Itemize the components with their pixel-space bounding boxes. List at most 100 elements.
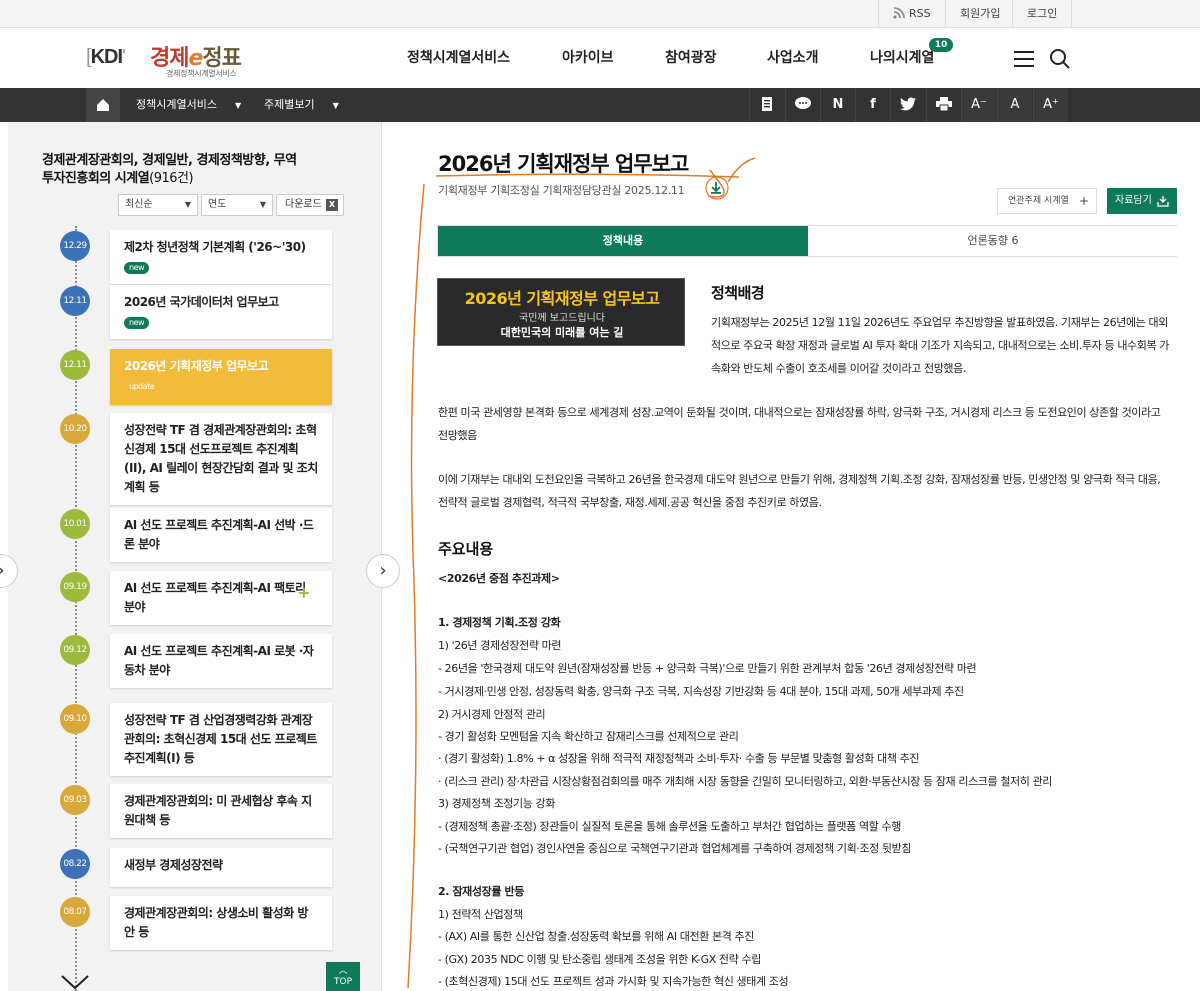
timeline-date-dot: 12.29 xyxy=(60,231,90,261)
banner-title: 2026년 기획재정부 업무보고 xyxy=(464,289,660,308)
banner-subtitle: 국민께 보고드립니다 xyxy=(519,313,605,324)
content-line: - (경제정책 총괄·조정) 장관들이 실질적 토론을 통해 솔루션을 도출하고… xyxy=(438,820,901,833)
content-line: 2) 거시경제 안정적 관리 xyxy=(438,708,546,721)
twitter-share-button[interactable] xyxy=(890,88,925,122)
chevron-down-icon[interactable] xyxy=(60,974,90,991)
scribble-annotation xyxy=(705,157,756,200)
plus-icon: + xyxy=(1078,194,1089,208)
hamburger-menu-icon[interactable] xyxy=(1014,51,1034,67)
timeline-date-dot: 10.20 xyxy=(60,414,90,444)
rss-link[interactable]: RSS xyxy=(878,0,945,28)
gnb-policy-series[interactable]: 정책시계열서비스 xyxy=(407,28,510,88)
excel-download-button[interactable]: 다운로드 X xyxy=(276,194,344,216)
timeline-card[interactable]: AI 선도 프로젝트 추진계획-AI 팩토리 분야 + xyxy=(110,571,332,625)
naver-share-button[interactable]: N xyxy=(820,88,855,122)
content-line: - 26년을 '한국경제 대도약 원년(잠재성장률 반등 + 양극화 극복)'으… xyxy=(438,662,977,675)
caret-down-icon: ▼ xyxy=(332,101,339,110)
timeline-date-dot: 12.11 xyxy=(60,350,90,380)
scroll-top-button[interactable]: ︿ TOP xyxy=(326,962,360,991)
status-badge: new xyxy=(124,317,150,329)
series-title: 경제관계장관회의, 경제일반, 경제정책방향, 무역투자진흥회의 시계열(916… xyxy=(42,153,297,186)
document-content: 2026년 기획재정부 업무보고 기획재정부 기획조정실 기획재정담당관실 20… xyxy=(382,122,1200,991)
timeline-panel: 경제관계장관회의, 경제일반, 경제정책방향, 무역투자진흥회의 시계열(916… xyxy=(8,122,382,991)
timeline-card[interactable]: 성장전략 TF 겸 경제관계장관회의: 초혁신경제 15대 선도프로젝트 추진계… xyxy=(110,413,332,505)
content-line: 1) '26년 경제성장전략 마련 xyxy=(438,639,562,652)
save-material-button[interactable]: 자료담기 xyxy=(1107,188,1177,214)
talk-share-button[interactable] xyxy=(785,88,820,122)
content-line: - 거시경제·민생 안정, 성장동력 확충, 양극화 구조 극복, 지속성장 기… xyxy=(438,685,964,698)
facebook-share-button[interactable]: f xyxy=(855,88,890,122)
timeline-card[interactable]: 성장전략 TF 겸 산업경쟁력강화 관계장관회의: 초혁신경제 15대 선도 프… xyxy=(110,703,332,776)
timeline-date-dot: 09.03 xyxy=(60,785,90,815)
content-line: 1. 경제정책 기획.조정 강화 xyxy=(438,616,561,629)
search-icon[interactable] xyxy=(1049,48,1071,70)
timeline-card[interactable]: AI 선도 프로젝트 추진계획-AI 선박 ·드론 분야 xyxy=(110,508,332,562)
signup-label: 회원가입 xyxy=(960,7,1001,20)
home-button[interactable] xyxy=(86,88,120,122)
caret-up-icon: ︿ xyxy=(338,966,348,976)
background-paragraph-2: 한편 미국 관세영향 본격화 등으로 세계경제 성장.교역이 둔화될 것이며, … xyxy=(438,406,1161,442)
timeline-card[interactable]: 경제관계장관회의: 미 관세협상 후속 지원대책 등 xyxy=(110,784,332,838)
timeline-date-dot: 09.12 xyxy=(60,635,90,665)
sort-select[interactable]: 최신순 ▼ xyxy=(118,194,198,216)
timeline-card[interactable]: 2026년 국가데이터처 업무보고 new xyxy=(110,285,332,339)
background-heading: 정책배경 xyxy=(711,284,765,302)
content-line: · (경기 활성화) 1.8% + α 성장을 위해 적극적 재정정책과 소비·… xyxy=(438,752,920,765)
timeline-card[interactable]: 제2차 청년정책 기본계획 ('26~'30) new xyxy=(110,230,332,284)
naver-icon: N xyxy=(832,97,844,112)
related-series-button[interactable]: 연관주제 시계열 + xyxy=(997,188,1097,214)
tab-policy-content[interactable]: 정책내용 xyxy=(438,226,808,256)
content-line: - 경기 활성화 모멘텀을 지속 확산하고 잠재리스크를 선제적으로 관리 xyxy=(438,730,739,743)
font-decrease-button[interactable]: A⁻ xyxy=(961,88,996,122)
add-plus-icon[interactable]: + xyxy=(297,583,310,602)
tab-press-trends[interactable]: 언론동향 6 xyxy=(808,226,1178,256)
timeline-date-dot: 09.19 xyxy=(60,572,90,602)
content-line: <2026년 중점 추진과제> xyxy=(438,572,560,585)
font-increase-button[interactable]: A⁺ xyxy=(1033,88,1068,122)
topic-dropdown[interactable]: 주제별보기 ▼ xyxy=(264,88,339,122)
content-line: 1) 전략적 산업정책 xyxy=(438,908,523,921)
sub-navigation-bar: 정책시계열서비스 ▼ 주제별보기 ▼ N f A⁻ A A⁺ xyxy=(0,88,1200,122)
timeline-date-dot: 09.10 xyxy=(60,704,90,734)
timeline-date-dot: 08.07 xyxy=(60,897,90,927)
speech-bubble-icon xyxy=(795,97,811,109)
timeline-card[interactable]: AI 선도 프로젝트 추진계획-AI 로봇 ·자동차 분야 xyxy=(110,634,332,688)
gnb-archive[interactable]: 아카이브 xyxy=(562,28,614,88)
utility-bar: RSS 회원가입 로그인 xyxy=(0,0,1200,28)
timeline-card[interactable]: 새정부 경제성장전략 xyxy=(110,848,332,887)
timeline-card[interactable]: 2026년 기획재정부 업무보고 update xyxy=(110,349,332,405)
document-icon xyxy=(762,97,772,111)
gnb-about[interactable]: 사업소개 xyxy=(767,28,819,88)
my-series-count-badge: 10 xyxy=(929,38,953,52)
caret-down-icon: ▼ xyxy=(234,101,242,110)
kdi-logo[interactable]: [KDI' xyxy=(86,46,126,69)
policy-series-dropdown[interactable]: 정책시계열서비스 ▼ xyxy=(136,88,241,122)
twitter-icon xyxy=(900,97,916,111)
timeline-card-title: AI 선도 프로젝트 추진계획-AI 선박 ·드론 분야 xyxy=(124,518,314,551)
timeline-card-title: 새정부 경제성장전략 xyxy=(124,858,223,872)
top-label: TOP xyxy=(333,977,352,987)
rss-label: RSS xyxy=(909,7,931,20)
printer-icon xyxy=(936,97,952,112)
document-meta: 기획재정부 기획조정실 기획재정담당관실 2025.12.11 xyxy=(438,184,685,197)
login-link[interactable]: 로그인 xyxy=(1012,0,1073,28)
timeline-date-dot: 12.11 xyxy=(60,286,90,316)
site-logo-subtitle: 경제정책시계열서비스 xyxy=(166,69,237,78)
rss-icon xyxy=(893,7,905,19)
home-icon xyxy=(97,99,109,111)
header: [KDI' 경제e정표 경제정책시계열서비스 정책시계열서비스 아카이브 참여광… xyxy=(0,28,1200,88)
main-content-heading: 주요내용 xyxy=(438,540,494,558)
content-line: - (AX) AI를 통한 신산업 창출.성장동력 확보를 위해 AI 대전환 … xyxy=(438,930,754,943)
content-line: 2. 잠재성장률 반등 xyxy=(438,885,524,898)
copy-text-button[interactable] xyxy=(749,88,784,122)
timeline-card-title: 성장전략 TF 겸 산업경쟁력강화 관계장관회의: 초혁신경제 15대 선도 프… xyxy=(124,713,317,765)
print-button[interactable] xyxy=(926,88,961,122)
signup-link[interactable]: 회원가입 xyxy=(945,0,1014,28)
background-paragraph-3: 이에 기재부는 대내외 도전요인을 극복하고 26년을 한국경제 대도약 원년으… xyxy=(438,473,1161,509)
font-reset-button[interactable]: A xyxy=(997,88,1032,122)
year-select[interactable]: 연도 ▼ xyxy=(201,194,273,216)
timeline-card[interactable]: 경제관계장관회의: 상생소비 활성화 방안 등 xyxy=(110,896,332,950)
gnb-participation[interactable]: 참여광장 xyxy=(665,28,717,88)
excel-icon: X xyxy=(326,199,338,211)
gnb-my-series[interactable]: 나의시계열 xyxy=(870,28,934,88)
